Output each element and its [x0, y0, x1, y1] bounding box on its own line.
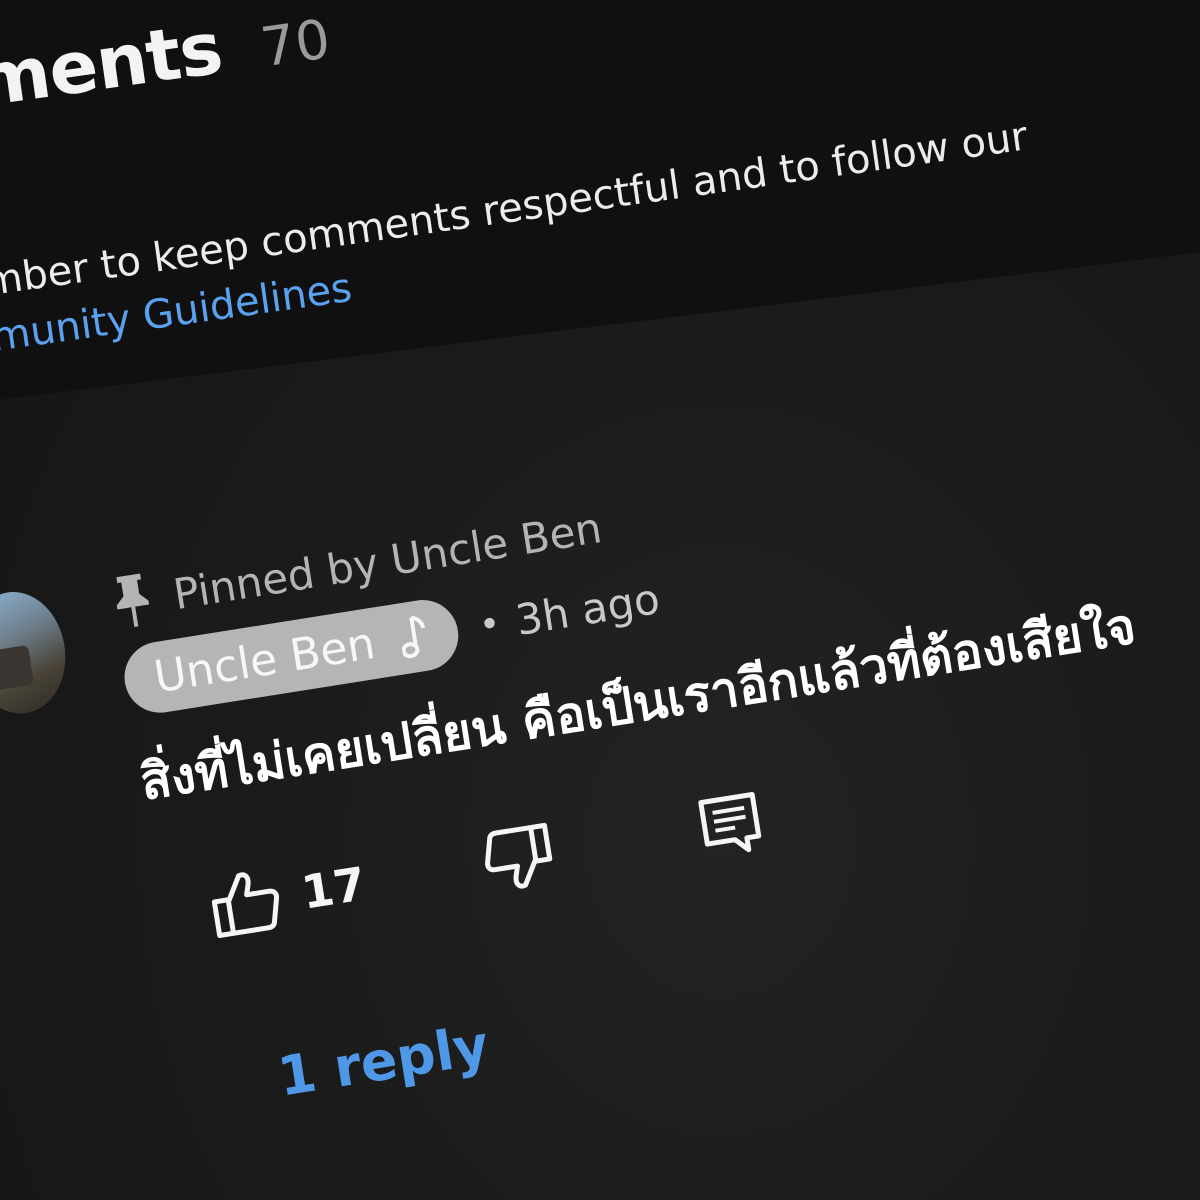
pin-icon [116, 573, 150, 628]
view-replies-button[interactable]: 1 reply [274, 1013, 493, 1108]
dislike-button[interactable] [479, 821, 558, 897]
like-button[interactable]: 17 [206, 850, 370, 940]
music-note-icon [401, 615, 425, 658]
pinned-comment: Pinned by Uncle Ben Uncle Ben • 3h ago ส… [0, 397, 1200, 1109]
screen: ments 70 mber to keep comments respectful… [0, 0, 1200, 1200]
comment-timestamp: 3h ago [512, 573, 663, 645]
meta-separator: • [476, 603, 504, 647]
comment-actions: 17 [206, 788, 765, 940]
reply-comment-icon [698, 791, 762, 853]
reply-button[interactable] [696, 790, 765, 861]
comments-count: 70 [256, 7, 334, 80]
like-count: 17 [297, 856, 370, 920]
thumb-down-icon [485, 822, 553, 889]
avatar[interactable] [0, 584, 74, 721]
author-name: Uncle Ben [150, 617, 379, 704]
thumb-up-icon [211, 872, 280, 939]
